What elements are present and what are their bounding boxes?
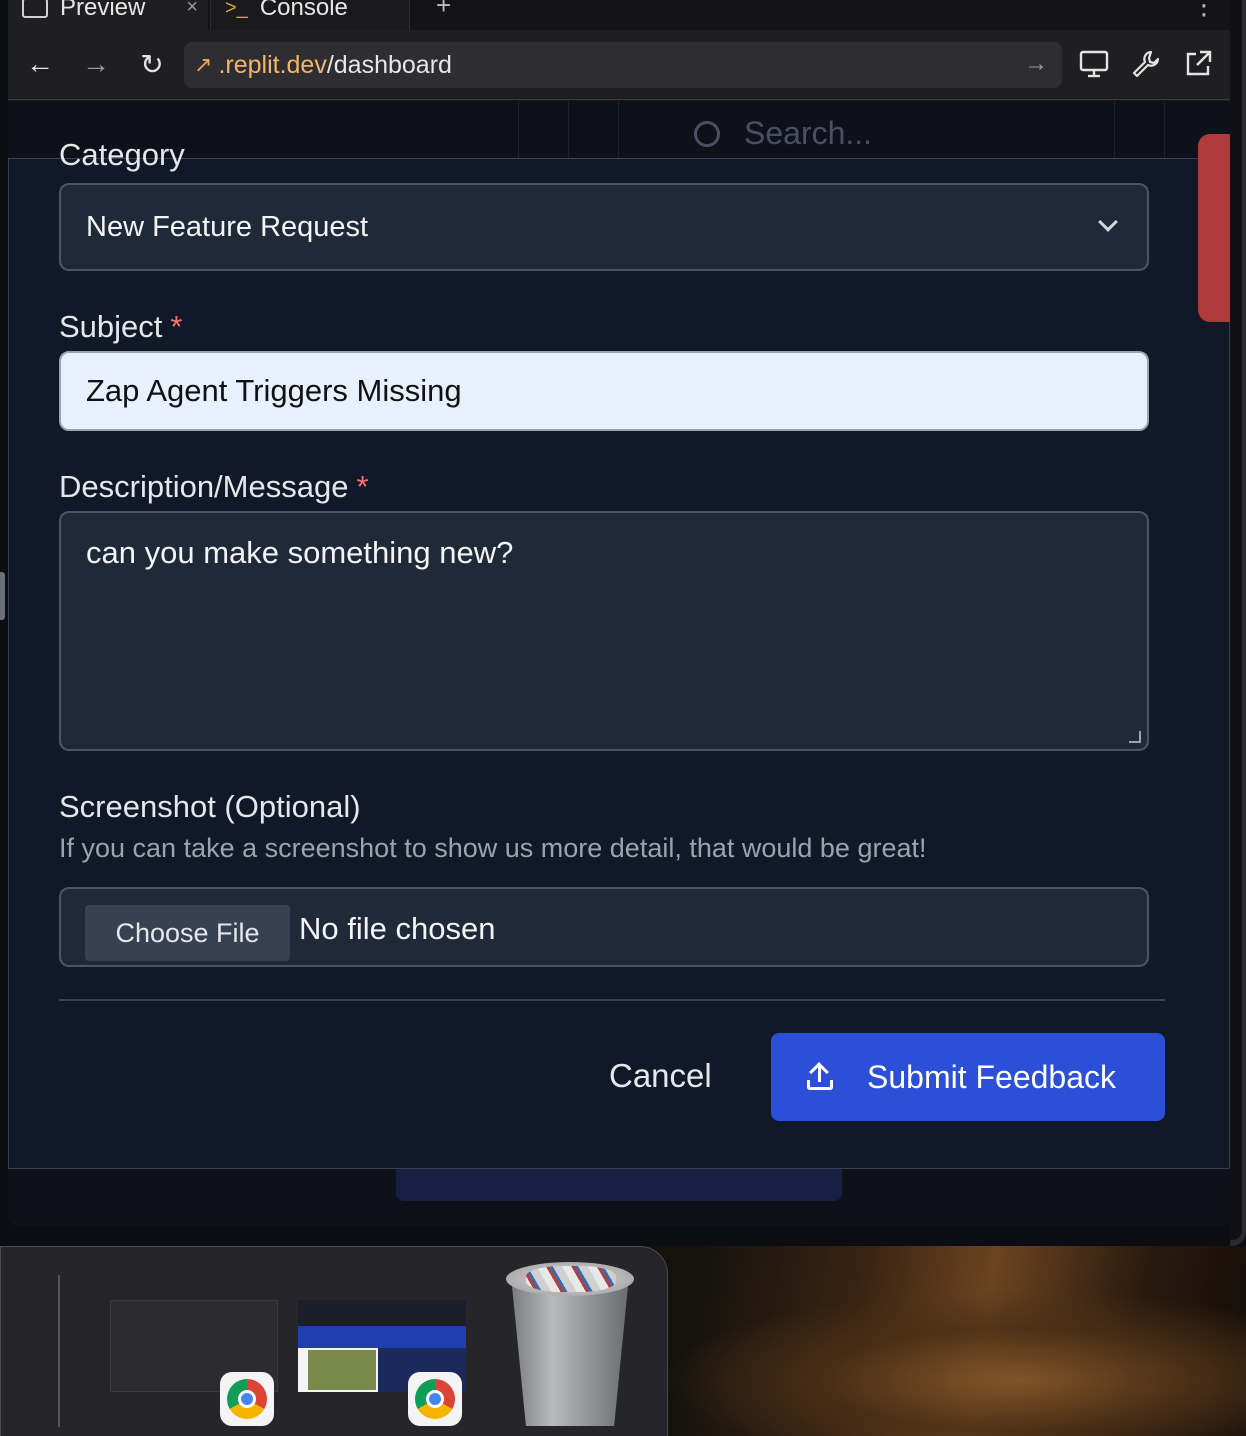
url-host: .replit.dev <box>218 50 327 79</box>
wallpaper-hill <box>660 1290 1246 1436</box>
feedback-modal: Category New Feature Request Subject * Za… <box>8 137 1230 1169</box>
screen: Preview × >_ Console + ⋮ ← → ↻ ↗ .replit… <box>0 0 1246 1436</box>
forward-button[interactable]: → <box>76 44 116 84</box>
cancel-button[interactable]: Cancel <box>609 1057 712 1095</box>
no-file-text: No file chosen <box>299 911 496 946</box>
subject-value: Zap Agent Triggers Missing <box>86 373 462 408</box>
required-mark: * <box>170 309 183 344</box>
new-tab-button[interactable]: + <box>436 0 451 21</box>
bg-button <box>396 1167 842 1201</box>
scroll-indicator[interactable] <box>1198 134 1230 322</box>
footer-divider <box>59 999 1165 1001</box>
submit-label: Submit Feedback <box>867 1058 1117 1095</box>
chrome-icon[interactable] <box>220 1372 274 1426</box>
open-external-icon[interactable] <box>1178 44 1218 84</box>
tab-label: Preview <box>60 0 146 21</box>
wrench-icon[interactable] <box>1126 44 1166 84</box>
description-label-text: Description/Message <box>59 469 349 504</box>
tab-label: Console <box>259 0 348 21</box>
reload-button[interactable]: ↻ <box>132 44 172 84</box>
bg-divider <box>1114 101 1115 159</box>
url-path: /dashboard <box>326 50 452 79</box>
trash-icon[interactable] <box>506 1262 634 1426</box>
description-textarea[interactable]: can you make something new? <box>59 511 1149 751</box>
screenshot-file-input[interactable]: Choose File No file chosen <box>59 887 1149 967</box>
tab-bar: Preview × >_ Console + ⋮ <box>8 0 1230 30</box>
category-select[interactable]: New Feature Request <box>59 183 1149 271</box>
search-icon <box>694 120 720 147</box>
window-edge <box>1230 0 1246 1246</box>
choose-file-button[interactable]: Choose File <box>85 905 290 961</box>
submit-feedback-button[interactable]: Submit Feedback <box>771 1033 1165 1121</box>
dock-separator <box>58 1275 60 1427</box>
tab-console[interactable]: >_ Console <box>210 0 410 30</box>
description-value: can you make something new? <box>86 535 514 570</box>
bg-divider <box>618 101 619 159</box>
monitor-icon <box>22 0 48 18</box>
subject-input[interactable]: Zap Agent Triggers Missing <box>59 351 1149 431</box>
bg-search-placeholder: Search... <box>744 115 873 151</box>
devices-icon[interactable] <box>1074 44 1114 84</box>
close-icon[interactable]: × <box>186 0 198 19</box>
tab-preview[interactable]: Preview × <box>8 0 208 30</box>
bg-divider <box>568 101 569 159</box>
back-button[interactable]: ← <box>20 44 60 84</box>
go-arrow-icon[interactable]: → <box>1024 50 1048 78</box>
screenshot-hint: If you can take a screenshot to show us … <box>59 833 927 863</box>
upload-icon <box>805 1062 835 1092</box>
more-icon[interactable]: ⋮ <box>1191 0 1217 21</box>
subject-label: Subject * <box>59 309 182 345</box>
address-toolbar: ← → ↻ ↗ .replit.dev /dashboard → <box>8 30 1230 100</box>
bg-divider <box>518 101 519 159</box>
bg-search: Search... <box>694 115 872 152</box>
bg-divider <box>1164 101 1165 159</box>
category-value: New Feature Request <box>86 210 369 243</box>
description-label: Description/Message * <box>59 469 369 505</box>
chrome-icon[interactable] <box>408 1372 462 1426</box>
link-icon: ↗ <box>194 52 213 77</box>
url-bar[interactable]: ↗ .replit.dev /dashboard → <box>184 42 1062 88</box>
panel-resize-handle[interactable] <box>0 572 5 620</box>
category-label: Category <box>59 137 185 172</box>
chevron-down-icon <box>1098 212 1118 232</box>
required-mark: * <box>356 469 369 504</box>
subject-label-text: Subject <box>59 309 163 344</box>
resize-handle-icon[interactable] <box>1129 731 1141 743</box>
screenshot-label: Screenshot (Optional) <box>59 789 361 824</box>
terminal-icon: >_ <box>225 0 248 19</box>
